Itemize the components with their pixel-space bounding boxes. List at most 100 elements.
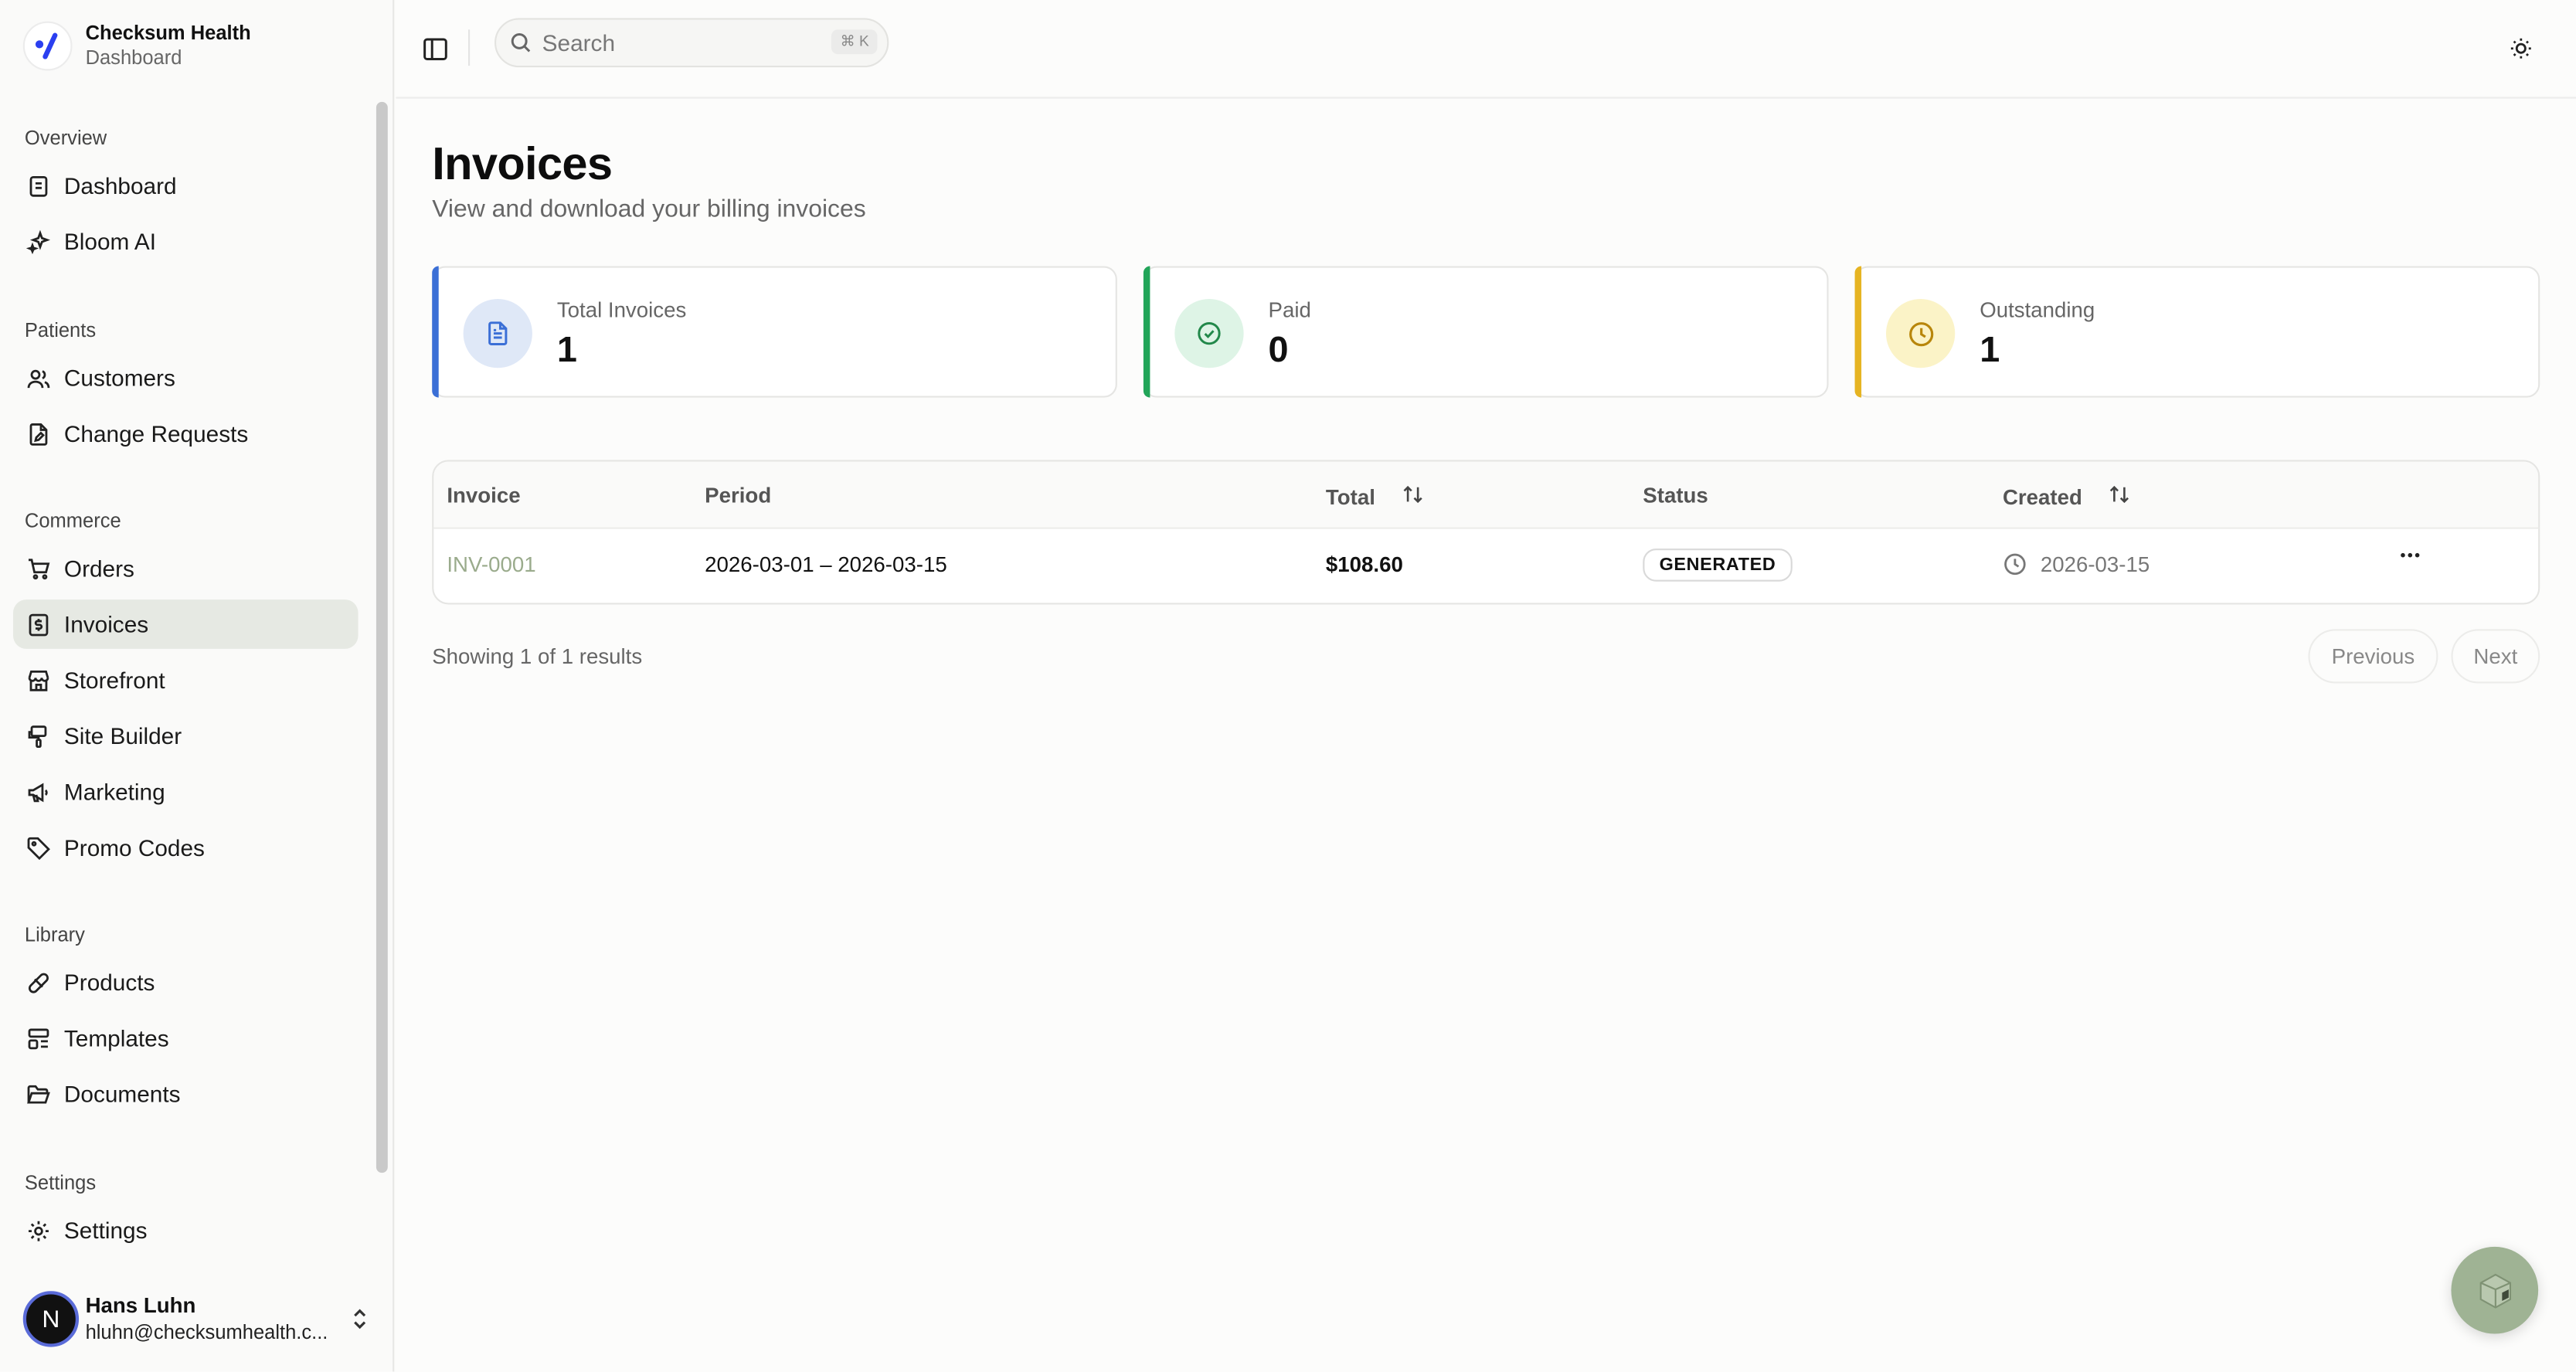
group-label-overview: Overview — [24, 126, 107, 150]
brand-logo-icon — [22, 21, 73, 71]
file-edit-icon — [29, 422, 48, 445]
table-header: Invoice Period Total Status Created — [433, 461, 2539, 529]
check-circle-icon — [1174, 298, 1244, 368]
sidebar-item-label: Products — [63, 969, 155, 996]
sidebar-item-label: Promo Codes — [63, 834, 205, 861]
column-header-period: Period — [705, 483, 771, 508]
previous-button[interactable]: Previous — [2308, 629, 2438, 684]
column-header-invoice: Invoice — [447, 483, 520, 508]
sort-icon[interactable] — [2109, 483, 2132, 511]
sidebar-item-site-builder[interactable]: Site Builder — [13, 711, 359, 761]
sidebar-item-dashboard[interactable]: Dashboard — [13, 161, 359, 210]
sort-icon[interactable] — [1402, 483, 1425, 511]
sidebar-scrollbar[interactable] — [376, 101, 388, 1173]
page-subtitle: View and download your billing invoices — [432, 195, 866, 224]
search-input[interactable]: Search ⌘ K — [494, 18, 889, 68]
paint-icon — [28, 725, 47, 747]
card-accent — [432, 266, 439, 398]
sidebar-item-products[interactable]: Products — [13, 958, 359, 1007]
folder-icon — [27, 1084, 50, 1103]
group-label-library: Library — [24, 922, 85, 946]
sidebar-item-bloom-ai[interactable]: Bloom AI — [13, 217, 359, 267]
sidebar-item-invoices[interactable]: Invoices — [13, 599, 359, 649]
stat-card-total: Total Invoices 1 — [432, 266, 1117, 398]
invoices-table: Invoice Period Total Status Created INV-… — [432, 460, 2540, 605]
page-title: Invoices — [432, 138, 613, 189]
invoice-link[interactable]: INV-0001 — [447, 552, 535, 576]
sidebar-item-orders[interactable]: Orders — [13, 544, 359, 593]
header-divider — [467, 29, 471, 66]
cube-icon — [2479, 1272, 2510, 1308]
brand-subtitle: Dashboard — [85, 46, 182, 70]
cart-icon — [29, 558, 50, 579]
layout-icon — [28, 1027, 49, 1049]
sidebar-item-label: Marketing — [63, 778, 165, 805]
brand[interactable]: Checksum Health Dashboard — [22, 21, 251, 71]
column-header-created[interactable]: Created — [2003, 483, 2132, 511]
sidebar-item-label: Storefront — [63, 667, 165, 694]
sidebar-item-label: Orders — [63, 555, 134, 582]
column-label: Total — [1325, 484, 1375, 510]
card-accent — [1854, 266, 1862, 398]
sidebar-item-marketing[interactable]: Marketing — [13, 767, 359, 817]
results-summary: Showing 1 of 1 results — [432, 644, 643, 669]
column-label: Invoice — [447, 483, 521, 508]
stat-label: Total Invoices — [556, 297, 687, 322]
store-icon — [28, 669, 49, 691]
stat-label: Paid — [1268, 297, 1311, 322]
user-menu[interactable]: N Hans Luhn hluhn@checksumhealth.c... — [22, 1279, 385, 1358]
sidebar-item-label: Change Requests — [63, 420, 249, 447]
more-horizontal-icon — [2401, 552, 2420, 558]
clock-icon — [2004, 553, 2026, 576]
invoice-icon — [29, 613, 49, 636]
search-placeholder: Search — [542, 29, 616, 56]
sidebar-nav: Overview Dashboard Bloom AI Patients Cus… — [0, 102, 372, 1272]
sparkles-icon — [26, 229, 51, 254]
document-icon — [463, 298, 532, 368]
clock-icon — [1885, 298, 1956, 368]
pill-icon — [28, 972, 49, 993]
dashboard-icon — [29, 175, 48, 196]
column-label: Created — [2002, 484, 2082, 510]
chevron-up-down-icon — [352, 1308, 368, 1336]
sidebar-item-storefront[interactable]: Storefront — [13, 655, 359, 705]
status-badge: GENERATED — [1643, 548, 1793, 582]
invoice-created: 2026-03-15 — [2003, 552, 2149, 576]
top-header: Search ⌘ K — [396, 0, 2576, 99]
sidebar-item-label: Invoices — [63, 610, 149, 638]
assistant-fab-button[interactable] — [2451, 1246, 2539, 1334]
search-icon — [511, 33, 531, 53]
gear-icon — [29, 1220, 49, 1241]
sidebar-item-label: Bloom AI — [63, 228, 157, 255]
row-actions-button[interactable] — [2398, 544, 2421, 575]
sidebar-item-documents[interactable]: Documents — [13, 1069, 359, 1119]
invoice-period: 2026-03-01 – 2026-03-15 — [705, 552, 947, 577]
group-label-patients: Patients — [24, 318, 97, 342]
card-accent — [1143, 266, 1150, 398]
group-label-settings: Settings — [24, 1171, 97, 1194]
stat-card-outstanding: Outstanding 1 — [1854, 266, 2540, 398]
avatar: N — [22, 1291, 80, 1347]
sidebar-item-templates[interactable]: Templates — [13, 1014, 359, 1063]
sidebar-item-label: Customers — [63, 365, 175, 392]
stat-value: 0 — [1268, 328, 1289, 370]
sidebar-item-settings[interactable]: Settings — [13, 1206, 359, 1255]
sidebar-item-label: Documents — [63, 1081, 181, 1108]
group-label-commerce: Commerce — [24, 509, 121, 532]
column-header-status: Status — [1643, 483, 1708, 508]
created-date: 2026-03-15 — [2040, 552, 2150, 577]
brand-name: Checksum Health — [85, 21, 251, 45]
invoice-total: $108.60 — [1325, 552, 1403, 577]
next-button[interactable]: Next — [2451, 629, 2540, 684]
sun-icon[interactable] — [2509, 36, 2534, 61]
sidebar-item-customers[interactable]: Customers — [13, 353, 359, 402]
column-label: Period — [705, 483, 772, 508]
stat-label: Outstanding — [1980, 297, 2095, 322]
sidebar-item-change-requests[interactable]: Change Requests — [13, 409, 359, 458]
column-header-total[interactable]: Total — [1326, 483, 1425, 511]
sidebar-toggle-icon[interactable] — [422, 36, 448, 63]
search-shortcut: ⌘ K — [831, 29, 878, 55]
sidebar-item-promo-codes[interactable]: Promo Codes — [13, 823, 359, 872]
column-label: Status — [1643, 483, 1708, 508]
sidebar: Checksum Health Dashboard Overview Dashb… — [0, 0, 395, 1372]
